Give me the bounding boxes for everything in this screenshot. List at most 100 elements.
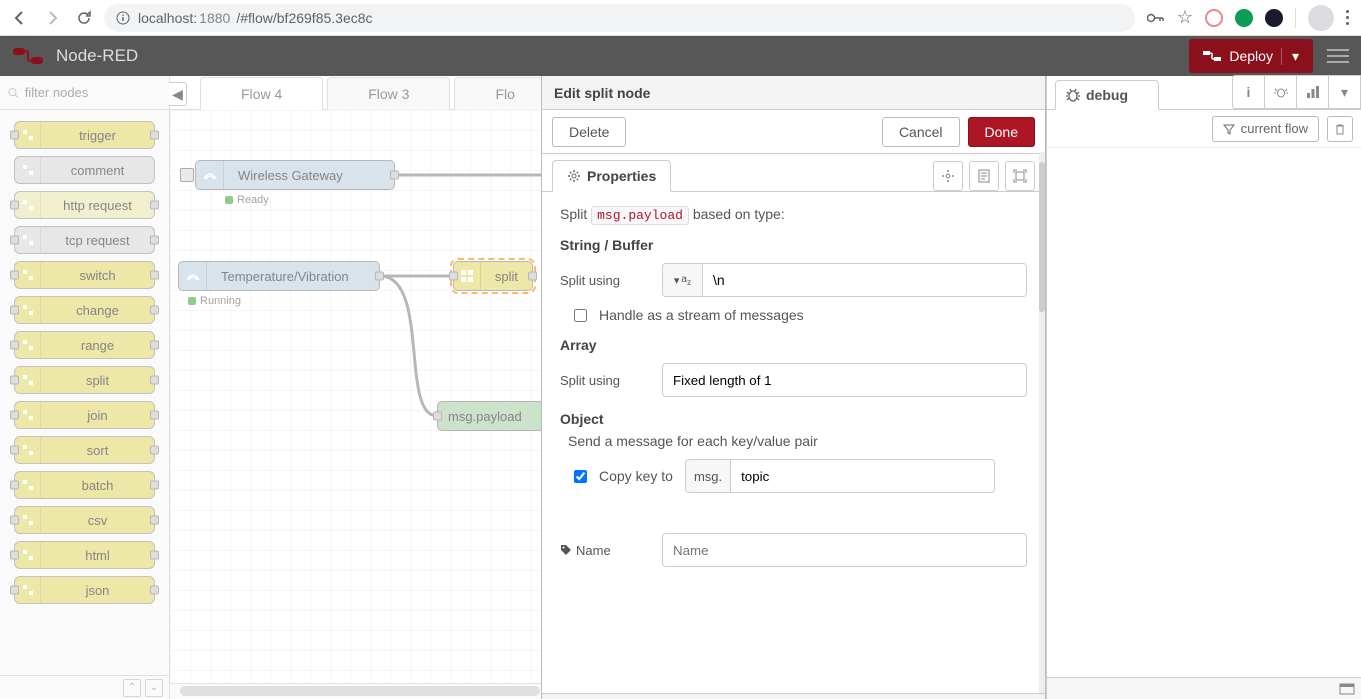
url-port: 1880 xyxy=(199,10,230,26)
input-port[interactable] xyxy=(433,412,442,421)
tab-properties[interactable]: Properties xyxy=(552,160,671,192)
palette-node-range[interactable]: range xyxy=(14,331,155,359)
forward-button[interactable] xyxy=(40,6,64,30)
deploy-caret-icon[interactable]: ▾ xyxy=(1281,48,1299,65)
sidebar: debug i ▾ current flow xyxy=(1046,76,1361,699)
palette-footer: ⌃ ⌄ xyxy=(0,675,169,699)
tray-tabs: Properties xyxy=(542,154,1045,192)
node-debug[interactable]: msg.payload xyxy=(437,401,557,431)
filter-label: current flow xyxy=(1241,121,1308,136)
split-icon xyxy=(454,262,481,290)
key-icon[interactable] xyxy=(1147,12,1165,24)
label-name: Name xyxy=(560,543,650,558)
radio-icon xyxy=(196,161,224,189)
section-string-buffer: String / Buffer xyxy=(560,237,1027,253)
ext-icon-3[interactable] xyxy=(1265,9,1283,27)
debug-filter-button[interactable]: current flow xyxy=(1212,116,1319,142)
bug-icon xyxy=(1066,88,1080,102)
edit-tray: Edit split node Delete Cancel Done Prope… xyxy=(541,76,1046,699)
palette-collapse-down[interactable]: ⌄ xyxy=(145,679,163,697)
settings-tab-icon[interactable] xyxy=(933,161,963,191)
node-label: split xyxy=(481,269,532,284)
copy-key-input[interactable]: msg. xyxy=(685,459,995,493)
palette-node-batch[interactable]: batch xyxy=(14,471,155,499)
palette-node-trigger[interactable]: trigger xyxy=(14,121,155,149)
back-button[interactable] xyxy=(8,6,32,30)
profile-avatar[interactable] xyxy=(1308,5,1334,31)
splt-value-input[interactable] xyxy=(703,264,1026,296)
palette-node-http-request[interactable]: http request xyxy=(14,191,155,219)
stream-checkbox[interactable] xyxy=(574,309,587,322)
app-logo: Node-RED xyxy=(12,46,138,66)
palette-node-change[interactable]: change xyxy=(14,296,155,324)
stream-label: Handle as a stream of messages xyxy=(599,307,804,323)
copy-key-value-input[interactable] xyxy=(731,460,994,492)
tray-body: Split msg.payload based on type: String … xyxy=(542,192,1045,693)
node-status: Ready xyxy=(225,194,269,206)
output-port[interactable] xyxy=(528,272,537,281)
description-tab-icon[interactable] xyxy=(969,161,999,191)
palette-node-split[interactable]: split xyxy=(14,366,155,394)
popout-icon[interactable] xyxy=(1339,683,1355,695)
output-port[interactable] xyxy=(375,272,384,281)
input-port[interactable] xyxy=(449,272,458,281)
workspace-tab[interactable]: Flow 3 xyxy=(327,77,450,110)
tray-scrollbar[interactable] xyxy=(1039,152,1045,693)
node-split[interactable]: split xyxy=(453,261,533,291)
tab-debug[interactable]: debug xyxy=(1055,80,1159,110)
chrome-menu[interactable] xyxy=(1346,10,1349,25)
chart-tab-icon[interactable] xyxy=(1297,76,1329,108)
palette-nodes-list: trigger comment http request tcp request swi… xyxy=(0,110,169,675)
node-wireless-gateway[interactable]: Wireless Gateway xyxy=(195,160,395,190)
palette-node-csv[interactable]: csv xyxy=(14,506,155,534)
palette-toggle[interactable]: ◀ xyxy=(169,82,187,106)
node-label: Wireless Gateway xyxy=(224,168,357,183)
search-icon xyxy=(8,87,19,99)
cancel-button[interactable]: Cancel xyxy=(882,117,960,147)
node-toggle[interactable] xyxy=(180,168,194,182)
url-path: /#flow/bf269f85.3ec8c xyxy=(236,10,372,26)
palette-search xyxy=(0,76,169,110)
app-header: Node-RED Deploy ▾ xyxy=(0,36,1361,76)
object-description: Send a message for each key/value pair xyxy=(568,433,1027,449)
palette-collapse-up[interactable]: ⌃ xyxy=(123,679,141,697)
reload-button[interactable] xyxy=(72,6,96,30)
msg-prefix: msg. xyxy=(686,460,731,492)
clear-debug-button[interactable] xyxy=(1327,116,1353,142)
ext-icon-1[interactable] xyxy=(1205,9,1223,27)
ext-icon-2[interactable] xyxy=(1235,9,1253,27)
sidebar-dropdown-icon[interactable]: ▾ xyxy=(1329,76,1361,108)
type-selector[interactable]: ▾ az xyxy=(663,264,703,296)
palette-node-tcp-request[interactable]: tcp request xyxy=(14,226,155,254)
sidebar-tab-icons: i ▾ xyxy=(1232,75,1361,109)
debug-tab-icon[interactable] xyxy=(1265,76,1297,108)
deploy-button[interactable]: Deploy ▾ xyxy=(1189,39,1313,73)
copy-key-checkbox[interactable] xyxy=(574,470,587,483)
palette-node-json[interactable]: json xyxy=(14,576,155,604)
star-icon[interactable]: ☆ xyxy=(1177,7,1193,28)
workspace-tab[interactable]: Flow 4 xyxy=(200,77,323,110)
section-object: Object xyxy=(560,411,1027,427)
label-split-using: Split using xyxy=(560,273,650,288)
info-tab-icon[interactable]: i xyxy=(1233,76,1265,108)
palette-node-join[interactable]: join xyxy=(14,401,155,429)
appearance-tab-icon[interactable] xyxy=(1005,161,1035,191)
node-label: Temperature/Vibration xyxy=(207,269,363,284)
splt-input[interactable]: ▾ az xyxy=(662,263,1027,297)
palette-node-html[interactable]: html xyxy=(14,541,155,569)
node-temperature-vibration[interactable]: Temperature/Vibration xyxy=(178,261,380,291)
nodered-icon xyxy=(12,46,44,66)
palette-filter-input[interactable] xyxy=(25,85,161,100)
delete-button[interactable]: Delete xyxy=(552,117,626,147)
name-input[interactable] xyxy=(662,533,1027,567)
trash-icon xyxy=(1334,123,1346,135)
main-menu-button[interactable] xyxy=(1327,49,1349,63)
array-length-input[interactable] xyxy=(662,363,1027,397)
palette-node-comment[interactable]: comment xyxy=(14,156,155,184)
tray-toolbar: Delete Cancel Done xyxy=(542,110,1045,154)
done-button[interactable]: Done xyxy=(968,117,1035,147)
output-port[interactable] xyxy=(390,171,399,180)
palette-node-switch[interactable]: switch xyxy=(14,261,155,289)
address-bar[interactable]: localhost:1880/#flow/bf269f85.3ec8c xyxy=(104,4,1135,32)
palette-node-sort[interactable]: sort xyxy=(14,436,155,464)
